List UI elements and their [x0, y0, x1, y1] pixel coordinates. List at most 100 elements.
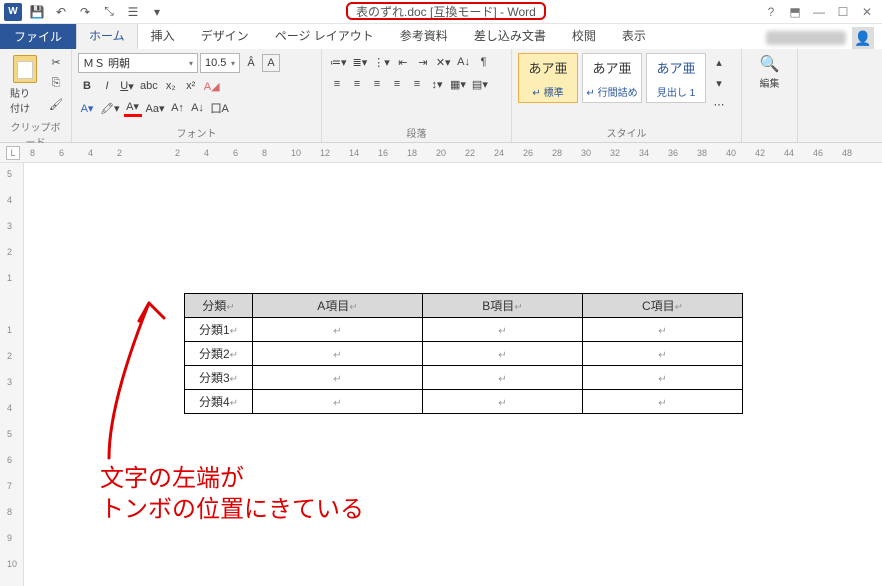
multilevel-icon[interactable]: ⋮▾: [371, 53, 392, 71]
tab-home[interactable]: ホーム: [76, 22, 138, 49]
header-a[interactable]: A項目↵: [253, 294, 423, 318]
maximize-icon[interactable]: ☐: [832, 3, 854, 21]
style-heading1[interactable]: あア亜 見出し 1: [646, 53, 706, 103]
style-normal[interactable]: あア亜 ↵ 標準: [518, 53, 578, 103]
asian-layout-icon[interactable]: ✕▾: [434, 53, 453, 71]
page[interactable]: 分類↵ A項目↵ B項目↵ C項目↵ 分類1↵↵↵↵ 分類2↵↵↵↵ 分類3↵↵…: [24, 163, 854, 586]
decrease-indent-icon[interactable]: ⇤: [394, 53, 412, 71]
quick-access-toolbar: W 💾 ↶ ↷ ⤡ ☰ ▾: [0, 3, 166, 21]
table-row: 分類4↵↵↵↵: [185, 390, 743, 414]
borders-icon[interactable]: ▤▾: [470, 75, 490, 93]
ribbon: 貼り付け ✂ ⎘ 🖌 クリップボード ＭＳ 明朝▾ 10.5▾ Â A B I…: [0, 49, 882, 143]
clear-format-icon[interactable]: A◢: [202, 77, 222, 95]
phonetic-guide-icon[interactable]: A↓: [188, 99, 206, 117]
avatar[interactable]: 👤: [852, 27, 874, 49]
format-painter-icon[interactable]: 🖌: [47, 95, 65, 113]
user-name: [766, 31, 846, 45]
group-clipboard: 貼り付け ✂ ⎘ 🖌 クリップボード: [0, 49, 72, 142]
copy-icon[interactable]: ⎘: [47, 74, 65, 92]
qat-more-icon[interactable]: ▾: [148, 3, 166, 21]
find-button[interactable]: 🔍 編集: [754, 53, 786, 92]
ruler-vertical[interactable]: 5432112345678910: [0, 163, 24, 586]
group-editing: 🔍 編集: [742, 49, 798, 142]
align-left-icon[interactable]: ≡: [328, 75, 346, 93]
tab-design[interactable]: デザイン: [188, 22, 262, 49]
undo-icon[interactable]: ↶: [52, 3, 70, 21]
strike-button[interactable]: abc: [138, 77, 160, 95]
tab-selector[interactable]: L: [6, 146, 20, 160]
text-effects-icon[interactable]: A▾: [78, 99, 96, 117]
header-c[interactable]: C項目↵: [583, 294, 743, 318]
window-title: 表のずれ.doc [互換モード] - Word: [346, 2, 546, 20]
pointer-icon[interactable]: ⤡: [100, 3, 118, 21]
char-shading-icon[interactable]: Aa▾: [144, 99, 167, 117]
ribbon-tabs: ファイル ホーム 挿入 デザイン ページ レイアウト 参考資料 差し込み文書 校…: [0, 24, 882, 49]
paste-label: 貼り付け: [10, 85, 39, 115]
align-right-icon[interactable]: ≡: [368, 75, 386, 93]
title-bar: W 💾 ↶ ↷ ⤡ ☰ ▾ 表のずれ.doc [互換モード] - Word ? …: [0, 0, 882, 24]
tab-insert[interactable]: 挿入: [138, 22, 188, 49]
find-icon: 🔍: [758, 55, 782, 73]
tab-mailings[interactable]: 差し込み文書: [461, 22, 559, 49]
justify-icon[interactable]: ≡: [388, 75, 406, 93]
user-area: 👤: [766, 27, 882, 49]
tab-layout[interactable]: ページ レイアウト: [262, 22, 387, 49]
document-table[interactable]: 分類↵ A項目↵ B項目↵ C項目↵ 分類1↵↵↵↵ 分類2↵↵↵↵ 分類3↵↵…: [184, 293, 743, 414]
line-spacing-icon[interactable]: ↕▾: [428, 75, 446, 93]
close-icon[interactable]: ✕: [856, 3, 878, 21]
tab-references[interactable]: 参考資料: [387, 22, 461, 49]
styles-down-icon[interactable]: ▾: [710, 74, 728, 92]
char-border-icon[interactable]: 囗A: [208, 99, 230, 117]
styles-up-icon[interactable]: ▴: [710, 53, 728, 71]
tab-review[interactable]: 校閲: [559, 22, 609, 49]
document-area: 5432112345678910 分類↵ A項目↵ B項目↵ C項目↵ 分類1↵…: [0, 163, 882, 586]
table-row: 分類1↵↵↵↵: [185, 318, 743, 342]
word-app-icon: W: [4, 3, 22, 21]
font-name-combo[interactable]: ＭＳ 明朝▾: [78, 53, 198, 73]
subscript-button[interactable]: x₂: [162, 77, 180, 95]
paragraph-label: 段落: [328, 123, 505, 140]
enclose-char-icon[interactable]: A↑: [168, 99, 186, 117]
header-b[interactable]: B項目↵: [423, 294, 583, 318]
superscript-button[interactable]: x²: [182, 77, 200, 95]
redo-icon[interactable]: ↷: [76, 3, 94, 21]
font-size-combo[interactable]: 10.5▾: [200, 53, 240, 73]
page-scroll[interactable]: 分類↵ A項目↵ B項目↵ C項目↵ 分類1↵↵↵↵ 分類2↵↵↵↵ 分類3↵↵…: [24, 163, 882, 586]
styles-label: スタイル: [518, 123, 735, 140]
help-icon[interactable]: ?: [760, 3, 782, 21]
grow-font-icon[interactable]: Â: [242, 54, 260, 72]
header-category[interactable]: 分類↵: [185, 294, 253, 318]
touch-mode-icon[interactable]: ☰: [124, 3, 142, 21]
align-center-icon[interactable]: ≡: [348, 75, 366, 93]
annotation-text: 文字の左端が トンボの位置にきている: [100, 463, 364, 525]
table-header-row: 分類↵ A項目↵ B項目↵ C項目↵: [185, 294, 743, 318]
bullets-icon[interactable]: ≔▾: [328, 53, 349, 71]
italic-button[interactable]: I: [98, 77, 116, 95]
cut-icon[interactable]: ✂: [47, 53, 65, 71]
shading-icon[interactable]: ▦▾: [448, 75, 468, 93]
bold-button[interactable]: B: [78, 77, 96, 95]
highlight-icon[interactable]: 🖍▾: [98, 99, 122, 117]
numbering-icon[interactable]: ≣▾: [351, 53, 370, 71]
tab-view[interactable]: 表示: [609, 22, 659, 49]
style-no-spacing[interactable]: あア亜 ↵ 行間詰め: [582, 53, 642, 103]
distribute-icon[interactable]: ≡: [408, 75, 426, 93]
shrink-font-icon[interactable]: A: [262, 54, 280, 72]
table-row: 分類3↵↵↵↵: [185, 366, 743, 390]
tab-file[interactable]: ファイル: [0, 24, 76, 49]
annotation-arrow: [79, 293, 199, 463]
show-marks-icon[interactable]: ¶: [475, 53, 493, 71]
font-label: フォント: [78, 123, 315, 140]
save-icon[interactable]: 💾: [28, 3, 46, 21]
font-color-icon[interactable]: A▾: [124, 99, 142, 117]
underline-button[interactable]: U▾: [118, 77, 136, 95]
ruler-horizontal[interactable]: L 86422468101214161820222426283032343638…: [0, 143, 882, 163]
styles-more-icon[interactable]: ⋯: [710, 95, 728, 113]
increase-indent-icon[interactable]: ⇥: [414, 53, 432, 71]
paste-button[interactable]: 貼り付け: [6, 53, 43, 117]
paste-icon: [11, 55, 39, 83]
sort-icon[interactable]: A↓: [455, 53, 473, 71]
minimize-icon[interactable]: —: [808, 3, 830, 21]
ribbon-display-icon[interactable]: ⬒: [784, 3, 806, 21]
group-paragraph: ≔▾ ≣▾ ⋮▾ ⇤ ⇥ ✕▾ A↓ ¶ ≡ ≡ ≡ ≡ ≡ ↕▾ ▦▾ ▤▾ …: [322, 49, 512, 142]
